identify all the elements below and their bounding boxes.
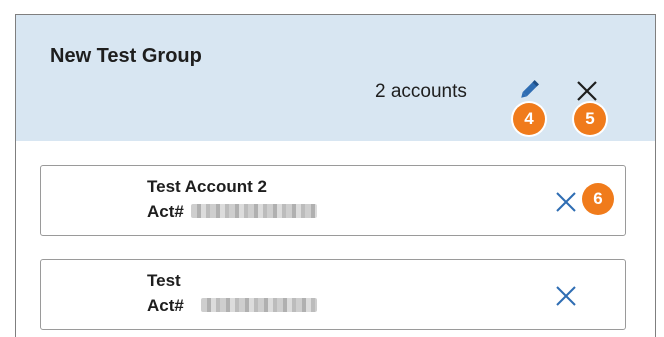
account-number-label: Act# xyxy=(147,202,184,221)
account-card: Test Act# xyxy=(40,259,626,330)
remove-account-button[interactable] xyxy=(555,285,577,307)
account-number-redacted xyxy=(191,204,317,218)
callout-badge-4: 4 xyxy=(513,103,545,135)
account-name: Test Account 2 xyxy=(147,177,267,196)
close-icon xyxy=(577,81,597,101)
group-header: New Test Group 2 accounts 4 5 xyxy=(16,15,655,141)
account-card: Test Account 2 Act# 6 xyxy=(40,165,626,236)
account-number-label: Act# xyxy=(147,296,184,315)
group-title: New Test Group xyxy=(50,45,202,67)
account-group-panel: New Test Group 2 accounts 4 5 Test Accou… xyxy=(15,14,656,337)
remove-x-icon xyxy=(556,286,576,306)
callout-badge-5: 5 xyxy=(574,103,606,135)
remove-account-button[interactable] xyxy=(555,191,577,213)
edit-group-button[interactable] xyxy=(516,77,542,103)
close-group-button[interactable] xyxy=(575,79,599,103)
callout-badge-6: 6 xyxy=(582,183,614,215)
remove-x-icon xyxy=(556,192,576,212)
account-name: Test xyxy=(147,271,181,290)
pencil-icon xyxy=(521,80,539,98)
accounts-count: 2 accounts xyxy=(375,81,467,102)
account-number-redacted xyxy=(201,298,317,312)
